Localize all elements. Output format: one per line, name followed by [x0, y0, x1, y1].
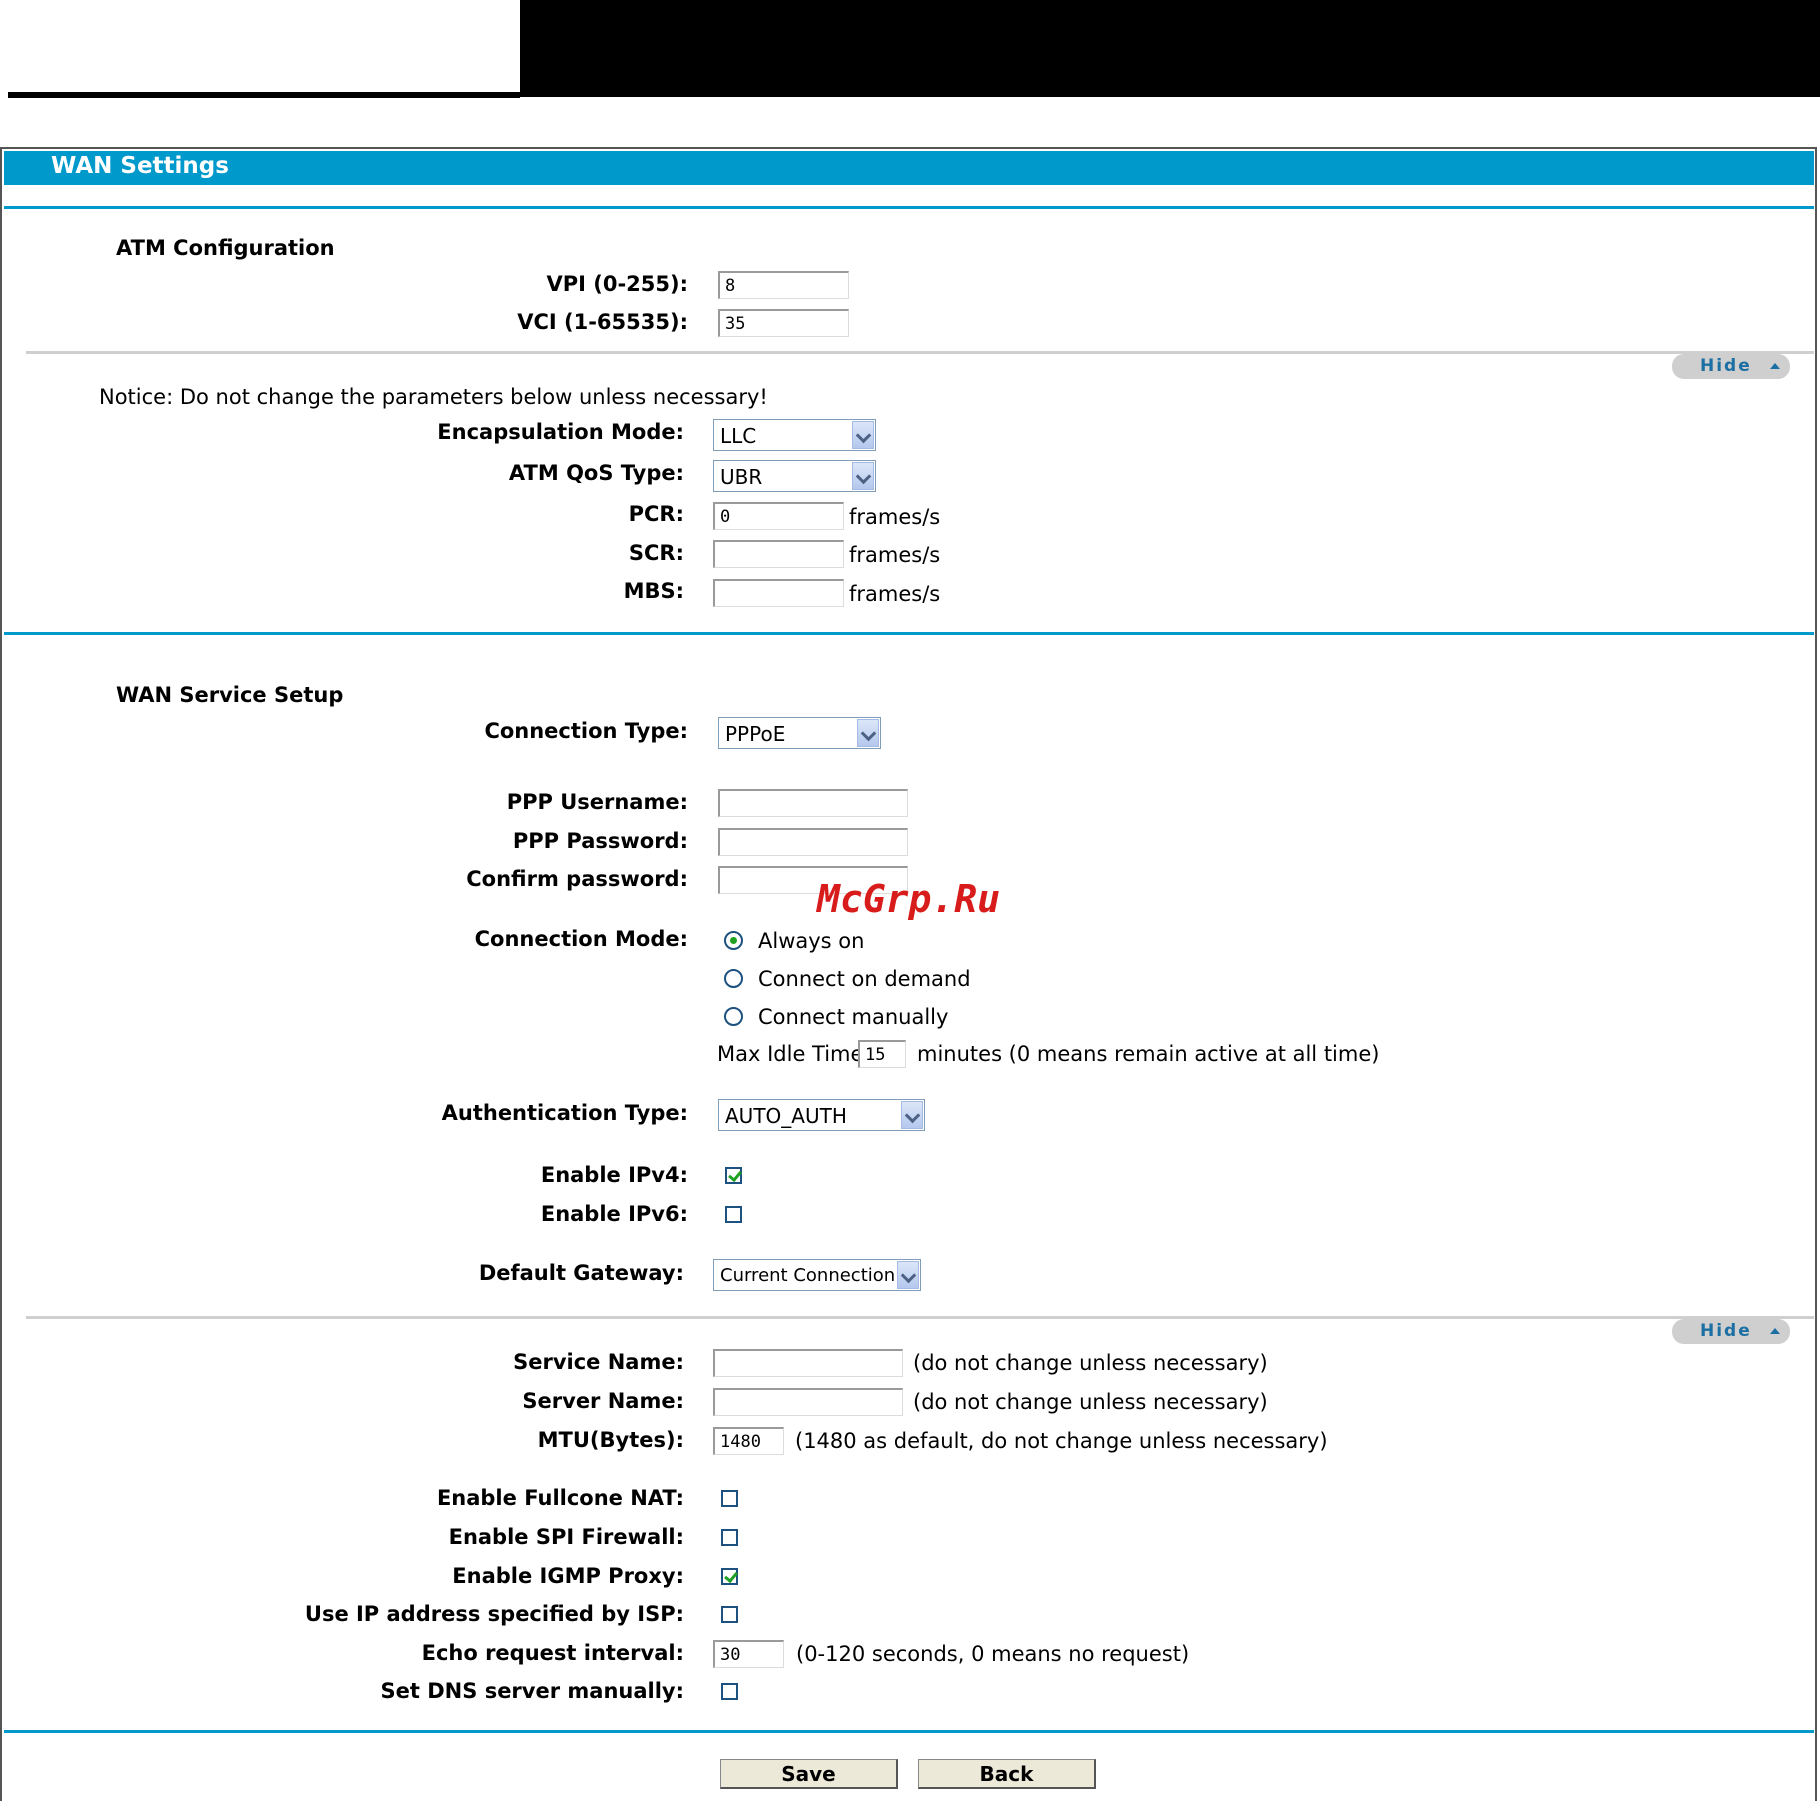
top-left-rule — [8, 92, 520, 98]
chevron-down-icon — [852, 421, 874, 449]
dns-manual-label: Set DNS server manually: — [380, 1679, 684, 1703]
chevron-down-icon — [852, 462, 874, 490]
encapsulation-label: Encapsulation Mode: — [437, 420, 684, 444]
chevron-up-icon — [1770, 1328, 1780, 1334]
chevron-up-icon — [1770, 363, 1780, 369]
enable-ipv6-checkbox[interactable] — [725, 1206, 742, 1223]
mtu-input[interactable] — [713, 1427, 784, 1455]
vpi-input[interactable] — [718, 271, 849, 299]
watermark: McGrp.Ru — [817, 877, 1001, 921]
echo-interval-input[interactable] — [713, 1640, 784, 1668]
divider — [4, 1730, 1814, 1733]
hide-label: Hide — [1700, 1321, 1752, 1341]
auth-type-value: AUTO_AUTH — [725, 1104, 847, 1128]
hide-advanced-button[interactable]: Hide — [1672, 354, 1790, 379]
hide-label: Hide — [1700, 356, 1752, 376]
pcr-label: PCR: — [628, 502, 684, 526]
divider — [26, 351, 1814, 354]
radio-connect-manually[interactable] — [724, 1007, 743, 1026]
ppp-username-label: PPP Username: — [506, 790, 688, 814]
qos-value: UBR — [720, 465, 763, 489]
qos-label: ATM QoS Type: — [508, 461, 684, 485]
encapsulation-value: LLC — [720, 424, 757, 448]
dns-manual-checkbox[interactable] — [721, 1683, 738, 1700]
igmp-proxy-label: Enable IGMP Proxy: — [452, 1564, 684, 1588]
radio-connect-manually-label: Connect manually — [758, 1005, 949, 1029]
echo-interval-label: Echo request interval: — [421, 1641, 684, 1665]
chevron-down-icon — [897, 1261, 919, 1289]
confirm-password-label: Confirm password: — [466, 867, 688, 891]
service-name-label: Service Name: — [513, 1350, 684, 1374]
vci-input[interactable] — [718, 309, 849, 337]
top-banner — [520, 0, 1820, 97]
chevron-down-icon — [901, 1101, 923, 1129]
fullcone-nat-label: Enable Fullcone NAT: — [436, 1486, 684, 1510]
connection-mode-label: Connection Mode: — [474, 927, 688, 951]
title-bar: WAN Settings — [4, 151, 1814, 185]
page-title: WAN Settings — [51, 153, 229, 179]
divider — [4, 206, 1814, 209]
igmp-proxy-checkbox[interactable] — [721, 1568, 738, 1585]
ppp-password-label: PPP Password: — [512, 829, 688, 853]
mtu-label: MTU(Bytes): — [537, 1428, 684, 1452]
fullcone-nat-checkbox[interactable] — [721, 1490, 738, 1507]
auth-type-label: Authentication Type: — [441, 1101, 688, 1125]
divider — [26, 1316, 1814, 1319]
notice-text: Notice: Do not change the parameters bel… — [99, 385, 768, 409]
radio-connect-on-demand[interactable] — [724, 969, 743, 988]
default-gateway-label: Default Gateway: — [478, 1261, 684, 1285]
mbs-label: MBS: — [623, 579, 684, 603]
isp-ip-label: Use IP address specified by ISP: — [304, 1602, 684, 1626]
spi-firewall-checkbox[interactable] — [721, 1529, 738, 1546]
vpi-label: VPI (0-255): — [546, 272, 688, 296]
scr-unit: frames/s — [849, 543, 941, 567]
save-button[interactable]: Save — [720, 1759, 898, 1789]
connection-type-value: PPPoE — [725, 722, 786, 746]
qos-select[interactable]: UBR — [713, 460, 876, 492]
auth-type-select[interactable]: AUTO_AUTH — [718, 1099, 925, 1131]
radio-connect-on-demand-label: Connect on demand — [758, 967, 971, 991]
default-gateway-select[interactable]: Current Connection — [713, 1259, 921, 1291]
mbs-input[interactable] — [713, 579, 844, 607]
isp-ip-checkbox[interactable] — [721, 1606, 738, 1623]
server-name-input[interactable] — [713, 1388, 903, 1416]
max-idle-label: Max Idle Time: — [717, 1042, 871, 1066]
mbs-unit: frames/s — [849, 582, 941, 606]
section-title-atm: ATM Configuration — [116, 236, 335, 260]
vci-label: VCI (1-65535): — [517, 310, 688, 334]
enable-ipv4-checkbox[interactable] — [725, 1167, 742, 1184]
default-gateway-value: Current Connection — [720, 1265, 896, 1286]
section-title-wan: WAN Service Setup — [116, 683, 344, 707]
connection-type-select[interactable]: PPPoE — [718, 717, 881, 749]
echo-interval-note: (0-120 seconds, 0 means no request) — [796, 1642, 1190, 1666]
enable-ipv4-label: Enable IPv4: — [540, 1163, 688, 1187]
server-name-note: (do not change unless necessary) — [913, 1390, 1268, 1414]
scr-input[interactable] — [713, 540, 844, 568]
connection-type-label: Connection Type: — [484, 719, 688, 743]
pcr-unit: frames/s — [849, 505, 941, 529]
back-button[interactable]: Back — [918, 1759, 1096, 1789]
max-idle-note: minutes (0 means remain active at all ti… — [917, 1042, 1380, 1066]
radio-always-on[interactable] — [724, 931, 743, 950]
divider — [4, 632, 1814, 635]
scr-label: SCR: — [628, 541, 684, 565]
max-idle-input[interactable] — [858, 1040, 906, 1068]
encapsulation-select[interactable]: LLC — [713, 419, 876, 451]
mtu-note: (1480 as default, do not change unless n… — [795, 1429, 1328, 1453]
service-name-note: (do not change unless necessary) — [913, 1351, 1268, 1375]
radio-always-on-label: Always on — [758, 929, 865, 953]
chevron-down-icon — [857, 719, 879, 747]
service-name-input[interactable] — [713, 1349, 903, 1377]
server-name-label: Server Name: — [522, 1389, 684, 1413]
hide-advanced-button[interactable]: Hide — [1672, 1319, 1790, 1344]
pcr-input[interactable] — [713, 502, 844, 530]
enable-ipv6-label: Enable IPv6: — [540, 1202, 688, 1226]
spi-firewall-label: Enable SPI Firewall: — [448, 1525, 684, 1549]
ppp-username-input[interactable] — [718, 789, 908, 817]
ppp-password-input[interactable] — [718, 828, 908, 856]
